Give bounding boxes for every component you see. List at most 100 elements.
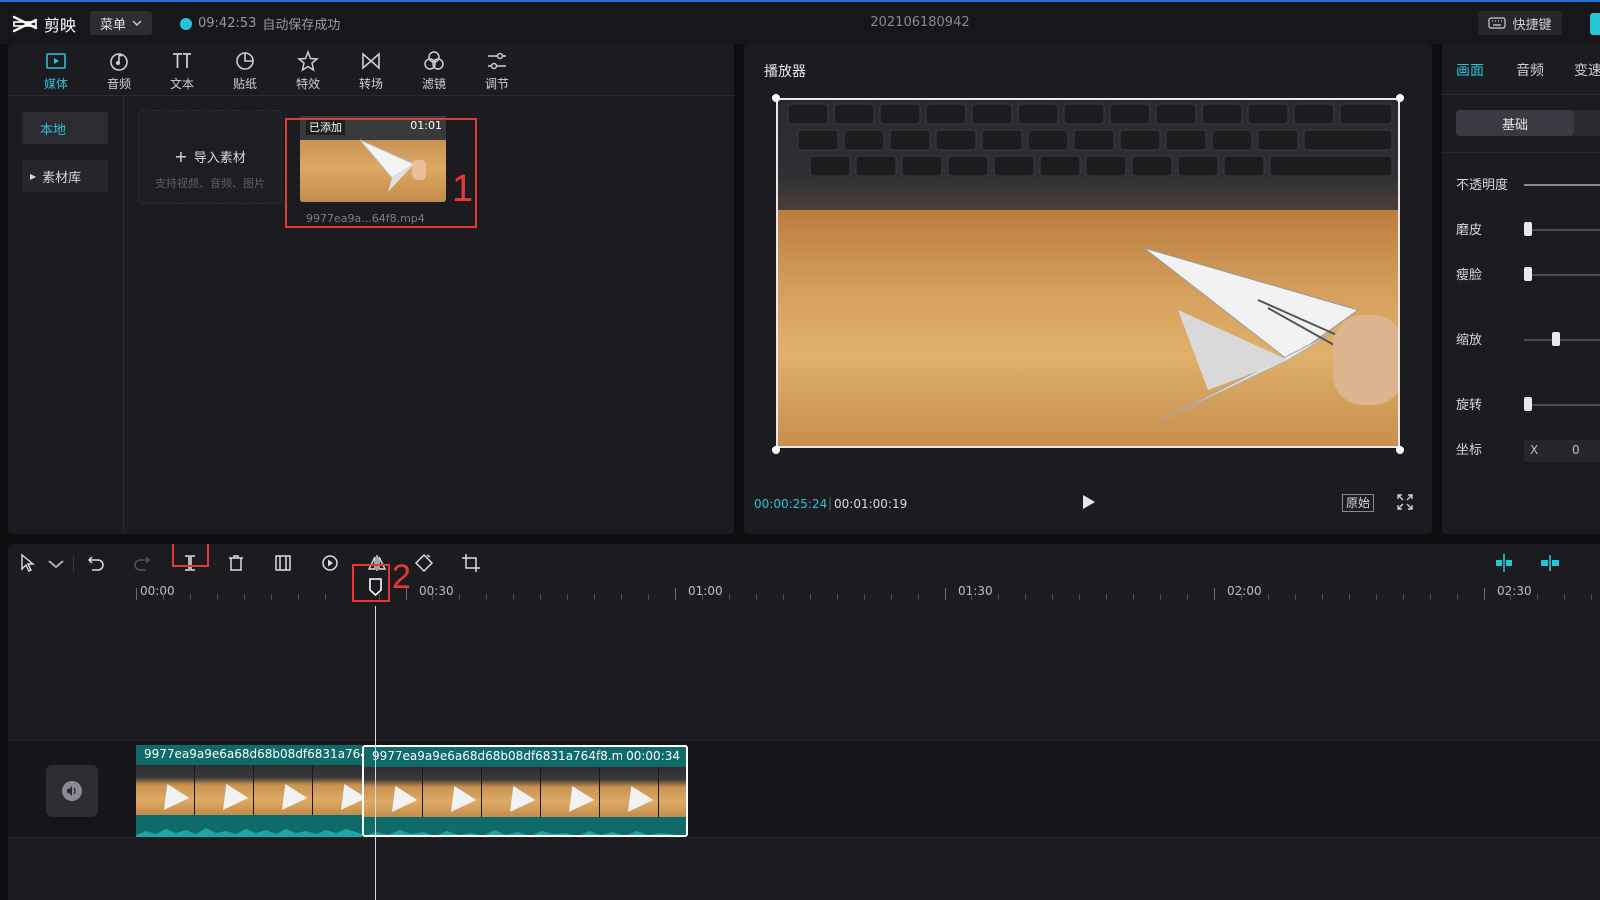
aspect-original-button[interactable]: 原始 <box>1342 494 1375 512</box>
resize-handle-br[interactable] <box>1396 446 1404 454</box>
time-ruler[interactable]: 00:00 00:30 01:00 01:30 02:00 02:30 <box>8 582 1600 606</box>
sticker-icon <box>236 52 254 70</box>
rotate-slider-knob[interactable] <box>1524 397 1532 411</box>
ruler-tick <box>1133 594 1135 600</box>
redo-button[interactable] <box>132 553 152 573</box>
ruler-label-2: 01:00 <box>688 584 723 598</box>
tab-speed[interactable]: 变速 <box>1574 60 1600 80</box>
title-bar: 剪映 菜单 09:42:53 自动保存成功 202106180942 快捷键 <box>0 0 1600 44</box>
play-icon[interactable] <box>1078 492 1098 512</box>
ruler-tick <box>1321 594 1323 600</box>
clip-1-name: 9977ea9a9e6a68d68b08df6831a764f8.mp4 <box>144 747 362 761</box>
tab-adjust-label: 调节 <box>484 77 509 91</box>
ruler-tick <box>1537 594 1539 600</box>
video-preview[interactable] <box>776 98 1400 448</box>
time-separator: | <box>828 496 833 510</box>
ruler-tick <box>998 594 1000 600</box>
shortcut-button[interactable]: 快捷键 <box>1478 11 1562 35</box>
properties-panel: 画面 音频 变速 基础 不透明度 磨皮 瘦脸 缩放 旋转 坐标 X 0 <box>1442 44 1600 534</box>
rotate-button[interactable] <box>414 553 434 573</box>
effects-icon <box>297 50 319 72</box>
rotate-icon <box>414 553 434 573</box>
ruler-tick <box>1267 594 1269 600</box>
annotation-box-1 <box>285 118 477 228</box>
video-clip-1[interactable]: 9977ea9a9e6a68d68b08df6831a764f8.mp4 <box>136 745 362 837</box>
media-panel: 媒体 音频 文本 贴纸 特效 转场 滤镜 调节 本地 ▶ 素材库 + 导入素材 … <box>8 44 734 534</box>
ruler-tick <box>513 594 515 600</box>
crop-icon <box>462 554 480 572</box>
paper-plane-image <box>1143 247 1398 421</box>
app-name: 剪映 <box>44 16 77 35</box>
smooth-slider[interactable] <box>1524 229 1600 231</box>
reverse-play-icon <box>322 555 338 571</box>
side-item-local-label: 本地 <box>40 122 67 138</box>
freeze-frame-button[interactable] <box>273 553 293 573</box>
crop-button[interactable] <box>461 553 481 573</box>
ruler-tick <box>836 594 838 600</box>
subtab-next-edge[interactable] <box>1574 110 1600 136</box>
scale-slider[interactable] <box>1524 339 1600 341</box>
toolbar-separator <box>73 556 74 572</box>
side-item-library-label: 素材库 <box>42 170 82 186</box>
speaker-icon <box>62 781 82 801</box>
ruler-tick <box>216 594 218 600</box>
ruler-tick <box>1456 594 1458 600</box>
link-clips-button[interactable] <box>1540 553 1560 573</box>
ruler-tick <box>1591 594 1593 600</box>
total-time: 00:01:00:19 <box>834 497 908 511</box>
plus-icon: + <box>174 147 188 166</box>
side-item-library[interactable]: ▶ 素材库 <box>22 160 108 192</box>
smooth-slider-knob[interactable] <box>1524 222 1532 236</box>
tab-effects-label: 特效 <box>295 77 320 91</box>
tab-adjust[interactable]: 调节 <box>469 48 525 94</box>
main-video-track: 9977ea9a9e6a68d68b08df6831a764f8.mp4 997… <box>8 740 1600 838</box>
text-icon <box>173 53 191 68</box>
export-button-edge[interactable] <box>1590 13 1600 35</box>
tab-audio-props[interactable]: 音频 <box>1516 60 1544 80</box>
app-window: 剪映 菜单 09:42:53 自动保存成功 202106180942 快捷键 媒… <box>0 0 1600 900</box>
resize-handle-tl[interactable] <box>772 94 780 102</box>
tab-media[interactable]: 媒体 <box>28 48 84 94</box>
ruler-tick <box>162 594 164 600</box>
ruler-tick <box>136 588 137 600</box>
side-item-local[interactable]: 本地 <box>22 112 108 144</box>
scale-slider-knob[interactable] <box>1552 332 1560 346</box>
rotate-slider[interactable] <box>1524 404 1600 406</box>
track-mute-button[interactable] <box>46 765 98 817</box>
select-tool-dropdown[interactable] <box>46 553 64 573</box>
video-clip-2[interactable]: 9977ea9a9e6a68d68b08df6831a764f8.mp4 00:… <box>362 745 688 837</box>
tab-audio[interactable]: 音频 <box>91 48 147 94</box>
snap-icon <box>1496 554 1512 572</box>
slim-slider-knob[interactable] <box>1524 267 1532 281</box>
tab-effects[interactable]: 特效 <box>280 48 336 94</box>
opacity-slider[interactable] <box>1524 184 1600 186</box>
app-logo: 剪映 <box>12 12 76 36</box>
position-label: 坐标 <box>1456 443 1483 458</box>
import-media-card[interactable]: + 导入素材 支持视频、音频、图片 <box>138 110 282 204</box>
fullscreen-icon[interactable] <box>1397 494 1413 510</box>
ruler-tick <box>863 594 865 600</box>
delete-button[interactable] <box>226 553 246 573</box>
slim-slider[interactable] <box>1524 274 1600 276</box>
undo-button[interactable] <box>86 553 106 573</box>
tab-sticker[interactable]: 贴纸 <box>217 48 273 94</box>
menu-button[interactable]: 菜单 <box>90 11 152 35</box>
resize-handle-bl[interactable] <box>772 446 780 454</box>
tab-text[interactable]: 文本 <box>154 48 210 94</box>
save-time: 09:42:53 <box>198 16 257 31</box>
ruler-tick <box>540 594 542 600</box>
autosave-status: 09:42:53 自动保存成功 <box>180 14 340 33</box>
resize-handle-tr[interactable] <box>1396 94 1404 102</box>
tab-picture[interactable]: 画面 <box>1456 60 1484 80</box>
auto-snap-button[interactable] <box>1494 553 1514 573</box>
position-x-input[interactable]: X 0 <box>1524 440 1600 462</box>
subtab-basic[interactable]: 基础 <box>1456 110 1574 136</box>
ruler-tick <box>1483 588 1485 600</box>
import-label-row: + 导入素材 <box>139 147 281 166</box>
reverse-button[interactable] <box>320 553 340 573</box>
playhead-line[interactable] <box>375 606 376 900</box>
select-tool-button[interactable] <box>18 553 38 573</box>
tab-filter[interactable]: 滤镜 <box>406 48 462 94</box>
check-circle-icon <box>180 17 192 30</box>
tab-transition[interactable]: 转场 <box>343 48 399 94</box>
